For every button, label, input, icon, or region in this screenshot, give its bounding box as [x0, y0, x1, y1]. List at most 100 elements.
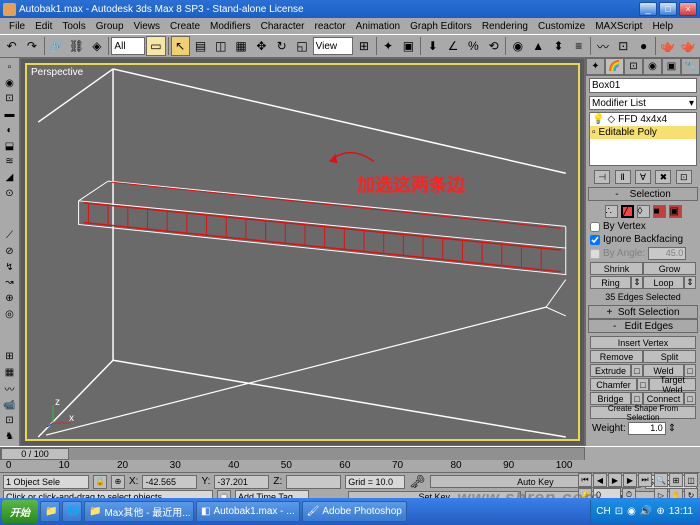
ignore-backfacing-checkbox[interactable] — [590, 235, 600, 245]
rollout-selection-header[interactable]: - Selection — [588, 187, 698, 201]
named-sel-icon[interactable]: ◉ — [508, 36, 527, 56]
menu-maxscript[interactable]: MAXScript — [590, 21, 647, 32]
lock-selection-icon[interactable]: 🔒 — [93, 475, 107, 489]
system-tray[interactable]: CH ⊡ ◉ 🔊 ⊕ 13:11 — [590, 500, 698, 523]
pin-stack-icon[interactable]: ⊣ — [594, 170, 610, 184]
subobj-element-icon[interactable]: ▣ — [669, 205, 682, 218]
percent-snap-icon[interactable]: % — [464, 36, 483, 56]
vbtn-5[interactable]: ◐ — [2, 123, 18, 138]
select-name-icon[interactable]: ▤ — [191, 36, 210, 56]
insert-vertex-button[interactable]: Insert Vertex — [590, 336, 696, 349]
refcoord-dropdown[interactable]: View — [313, 37, 354, 55]
scale-icon[interactable]: ◱ — [292, 36, 311, 56]
zoom-ext-icon[interactable]: ◫ — [684, 473, 698, 487]
minimize-button[interactable]: _ — [639, 2, 657, 16]
y-field[interactable]: -37.201 — [214, 475, 269, 489]
vbtn-11[interactable]: ⟋ — [2, 228, 18, 243]
ring-spin-icon[interactable]: ⇕ — [631, 276, 643, 289]
time-slider[interactable]: 0 / 100 — [0, 446, 700, 460]
x-field[interactable]: -42.565 — [142, 475, 197, 489]
quick-render-icon[interactable]: 🫖 — [679, 36, 698, 56]
tab-display-icon[interactable]: ▣ — [662, 58, 681, 75]
menu-reactor[interactable]: reactor — [310, 21, 351, 32]
vbtn-23[interactable]: ♞ — [2, 429, 18, 444]
keymode-icon[interactable]: ▣ — [399, 36, 418, 56]
shrink-button[interactable]: Shrink — [590, 262, 643, 275]
undo-icon[interactable]: ↶ — [2, 36, 21, 56]
menu-animation[interactable]: Animation — [351, 21, 405, 32]
prev-frame-icon[interactable]: ◀ — [593, 473, 607, 487]
next-frame-icon[interactable]: ▶ — [623, 473, 637, 487]
remove-button[interactable]: Remove — [590, 350, 643, 363]
rotate-icon[interactable]: ↻ — [272, 36, 291, 56]
menu-rendering[interactable]: Rendering — [477, 21, 533, 32]
goto-end-icon[interactable]: ⏭ — [638, 473, 652, 487]
chamfer-button[interactable]: Chamfer — [590, 378, 637, 391]
vbtn-6[interactable]: ⬓ — [2, 139, 18, 154]
menu-edit[interactable]: Edit — [30, 21, 57, 32]
by-vertex-checkbox[interactable] — [590, 222, 600, 232]
unlink-icon[interactable]: ⛓ — [67, 36, 86, 56]
tab-modify-icon[interactable]: 🌈 — [605, 58, 624, 75]
show-result-icon[interactable]: Ⅱ — [615, 170, 631, 184]
remove-mod-icon[interactable]: ✖ — [655, 170, 671, 184]
vbtn-10[interactable] — [2, 202, 18, 228]
loop-button[interactable]: Loop — [643, 276, 684, 289]
vbtn-14[interactable]: ↝ — [2, 275, 18, 290]
select-region-icon[interactable]: ◫ — [211, 36, 230, 56]
window-crossing-icon[interactable]: ▦ — [231, 36, 250, 56]
menu-file[interactable]: File — [4, 21, 30, 32]
object-name-input[interactable] — [589, 78, 697, 93]
angle-snap-icon[interactable]: ∠ — [443, 36, 462, 56]
loop-spin-icon[interactable]: ⇕ — [684, 276, 696, 289]
select-icon[interactable]: ▭ — [146, 36, 165, 56]
viewport-area[interactable]: Perspective — [20, 58, 585, 446]
menu-modifiers[interactable]: Modifiers — [205, 21, 256, 32]
weight-spin-icon[interactable]: ⇕ — [668, 423, 676, 434]
vbtn-7[interactable]: ≋ — [2, 154, 18, 169]
vbtn-2[interactable]: ◉ — [2, 76, 18, 91]
viewport-perspective[interactable]: Perspective — [25, 63, 580, 441]
vbtn-4[interactable]: ▬ — [2, 107, 18, 122]
tray-icon-4[interactable]: ⊕ — [656, 506, 664, 517]
render-scene-icon[interactable]: 🫖 — [658, 36, 677, 56]
menu-create[interactable]: Create — [165, 21, 205, 32]
vbtn-13[interactable]: ↯ — [2, 260, 18, 275]
ring-button[interactable]: Ring — [590, 276, 631, 289]
layers-icon[interactable]: ≡ — [569, 36, 588, 56]
tray-icon-3[interactable]: 🔊 — [640, 506, 652, 517]
rollout-editedges-header[interactable]: - Edit Edges — [588, 319, 698, 333]
modifier-stack[interactable]: 💡◇FFD 4x4x4 ▫Editable Poly — [589, 112, 697, 166]
target-weld-button[interactable]: Target Weld — [649, 378, 696, 391]
taskbar-item-3[interactable]: 📁Max其他 - 最近用... — [84, 501, 194, 522]
pivot-icon[interactable]: ⊞ — [354, 36, 373, 56]
extrude-button[interactable]: Extrude — [590, 364, 631, 377]
taskbar-item-2[interactable]: 🌐 — [62, 501, 82, 522]
vbtn-8[interactable]: ◢ — [2, 170, 18, 185]
menu-tools[interactable]: Tools — [57, 21, 90, 32]
vbtn-17[interactable] — [2, 323, 18, 349]
stack-editable-poly[interactable]: ▫Editable Poly — [590, 126, 696, 139]
vbtn-9[interactable]: ⊙ — [2, 186, 18, 201]
chamfer-settings-icon[interactable]: □ — [637, 378, 649, 391]
menu-group[interactable]: Group — [91, 21, 129, 32]
configure-icon[interactable]: ⊡ — [676, 170, 692, 184]
subobj-vertex-icon[interactable]: ∴ — [605, 205, 618, 218]
vbtn-3[interactable]: ⊡ — [2, 91, 18, 106]
subobj-edge-icon[interactable]: ╱ — [621, 205, 634, 218]
select-object-icon[interactable]: ↖ — [171, 36, 190, 56]
bind-icon[interactable]: ◈ — [87, 36, 106, 56]
modifier-list-dropdown[interactable]: Modifier List▾ — [589, 96, 697, 110]
vbtn-12[interactable]: ⊘ — [2, 244, 18, 259]
taskbar-item-5[interactable]: 🖌Adobe Photoshop — [302, 501, 407, 522]
weight-spinner[interactable]: 1.0 — [628, 422, 666, 435]
create-shape-button[interactable]: Create Shape From Selection — [590, 406, 696, 419]
material-icon[interactable]: ● — [634, 36, 653, 56]
menu-views[interactable]: Views — [129, 21, 166, 32]
vbtn-20[interactable]: 〰 — [2, 381, 18, 397]
tray-icon-1[interactable]: ⊡ — [615, 506, 623, 517]
split-button[interactable]: Split — [643, 350, 696, 363]
vbtn-21[interactable]: 📹 — [2, 398, 18, 413]
tab-motion-icon[interactable]: ◉ — [643, 58, 662, 75]
redo-icon[interactable]: ↷ — [22, 36, 41, 56]
